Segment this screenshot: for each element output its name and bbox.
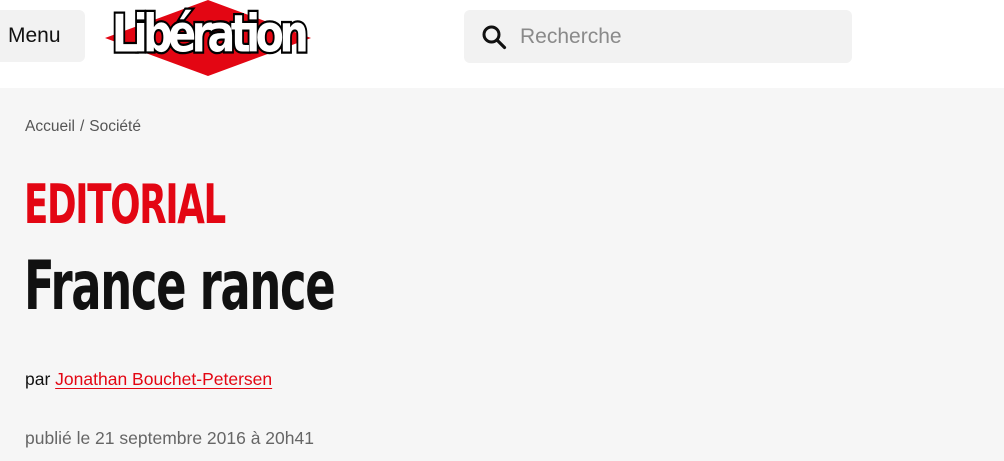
site-logo[interactable]: Libération (105, 0, 311, 76)
byline: par Jonathan Bouchet-Petersen (25, 369, 272, 390)
article-header: Accueil / Société EDITORIAL France rance p… (0, 88, 1004, 461)
logo-mark: Libération (105, 0, 311, 76)
publish-date: publié le 21 septembre 2016 à 20h41 (25, 428, 314, 448)
breadcrumb-item-accueil[interactable]: Accueil (25, 118, 75, 135)
article-kicker: EDITORIAL (24, 173, 226, 236)
search-icon[interactable] (481, 24, 507, 50)
logo-wordmark: Libération (112, 5, 306, 65)
site-header: Menu Libération (0, 0, 1004, 88)
menu-button[interactable]: Menu (0, 10, 85, 62)
breadcrumb-item-societe[interactable]: Société (89, 118, 141, 135)
search-input[interactable] (520, 10, 840, 63)
breadcrumb-separator: / (79, 118, 85, 135)
page: Menu Libération Accueil/Société EDITORIA… (0, 0, 1004, 461)
byline-prefix: par (25, 369, 51, 389)
article-title: France rance (24, 247, 336, 326)
breadcrumb: Accueil / Société (25, 118, 141, 136)
search-box[interactable] (464, 10, 852, 63)
author-link[interactable]: Jonathan Bouchet-Petersen (55, 369, 272, 389)
